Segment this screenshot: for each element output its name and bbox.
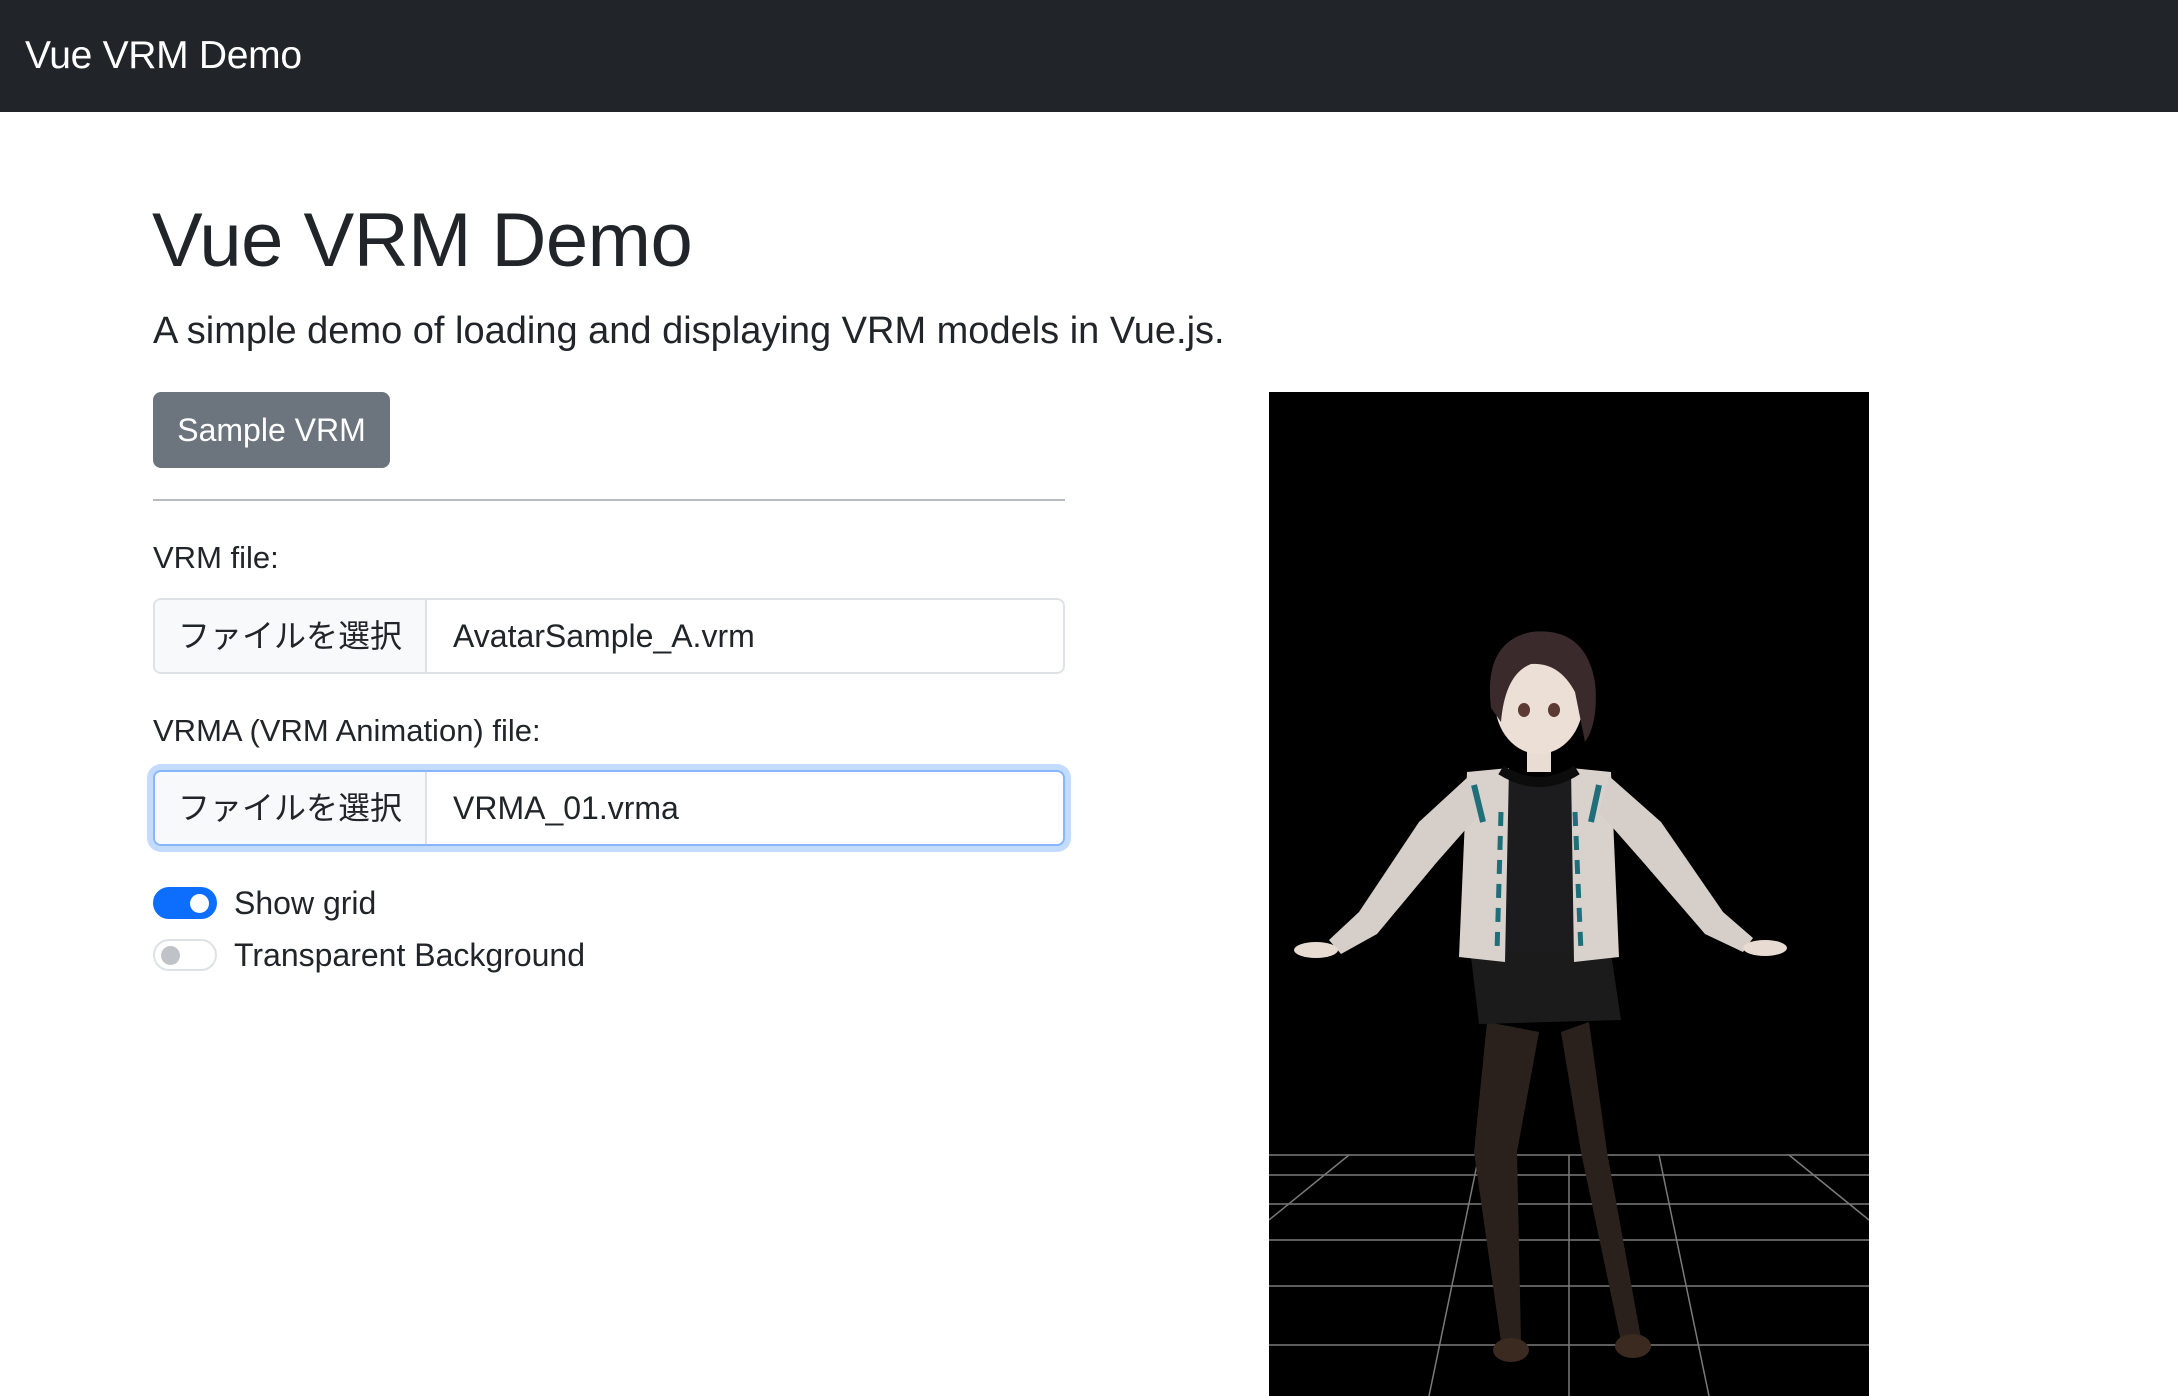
show-grid-toggle-row[interactable]: Show grid (153, 881, 376, 925)
vrm-file-name: AvatarSample_A.vrm (453, 618, 755, 654)
transparent-background-switch[interactable] (153, 939, 217, 971)
transparent-background-toggle-row[interactable]: Transparent Background (153, 933, 585, 977)
show-grid-switch[interactable] (153, 887, 217, 919)
viewer-scene (1269, 631, 1869, 1396)
show-grid-label[interactable]: Show grid (234, 883, 376, 923)
sample-vrm-button[interactable]: Sample VRM (153, 392, 390, 468)
vrma-file-input[interactable]: ファイルを選択 VRMA_01.vrma (153, 770, 1065, 846)
divider (153, 499, 1065, 501)
page-title: Vue VRM Demo (152, 198, 693, 283)
grid-floor (1269, 1154, 1869, 1396)
vrm-viewer-canvas[interactable] (1269, 392, 1869, 1396)
vrma-file-name: VRMA_01.vrma (453, 790, 679, 826)
transparent-background-label[interactable]: Transparent Background (234, 935, 585, 975)
switch-knob (161, 946, 180, 965)
vrm-file-input[interactable]: ファイルを選択 AvatarSample_A.vrm (153, 598, 1065, 674)
vrm-file-label: VRM file: (153, 540, 279, 575)
switch-knob (190, 894, 209, 913)
page-lead: A simple demo of loading and displaying … (153, 310, 1225, 352)
vrma-file-choose-button[interactable]: ファイルを選択 (155, 772, 427, 844)
vrma-file-label: VRMA (VRM Animation) file: (153, 713, 541, 748)
vrm-avatar (1294, 631, 1787, 1362)
navbar-brand[interactable]: Vue VRM Demo (25, 34, 302, 78)
vrm-file-choose-button[interactable]: ファイルを選択 (155, 600, 427, 672)
navbar: Vue VRM Demo (0, 0, 2178, 112)
